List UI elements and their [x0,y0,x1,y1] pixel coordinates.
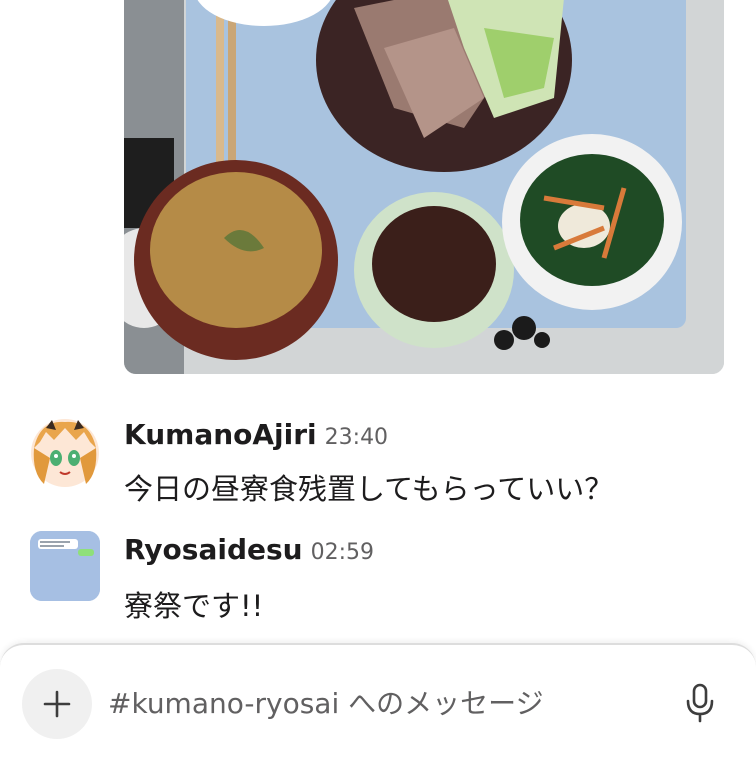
user-avatar[interactable] [30,418,100,488]
screenshot-avatar-image [30,531,100,601]
message-timestamp[interactable]: 02:59 [311,540,374,565]
plus-icon [43,690,71,718]
microphone-icon [686,683,714,723]
sender-name[interactable]: KumanoAjiri [124,418,317,451]
message-text: 寮祭です!! [124,589,264,623]
voice-button[interactable] [680,679,720,727]
food-tray-photo [124,0,724,374]
message-image-attachment[interactable] [124,0,724,374]
attach-button[interactable] [22,669,92,739]
anime-avatar-image [30,418,100,488]
user-avatar[interactable] [30,531,100,601]
message-sender[interactable]: KumanoAjiri 23:40 [124,418,388,451]
message-composer [0,643,756,775]
message-timestamp[interactable]: 23:40 [325,425,388,450]
sender-name[interactable]: Ryosaidesu [124,533,303,566]
message-text: 今日の昼寮食残置してもらっていい？ [124,472,614,506]
message-input[interactable] [108,681,668,725]
message-sender[interactable]: Ryosaidesu 02:59 [124,533,374,566]
